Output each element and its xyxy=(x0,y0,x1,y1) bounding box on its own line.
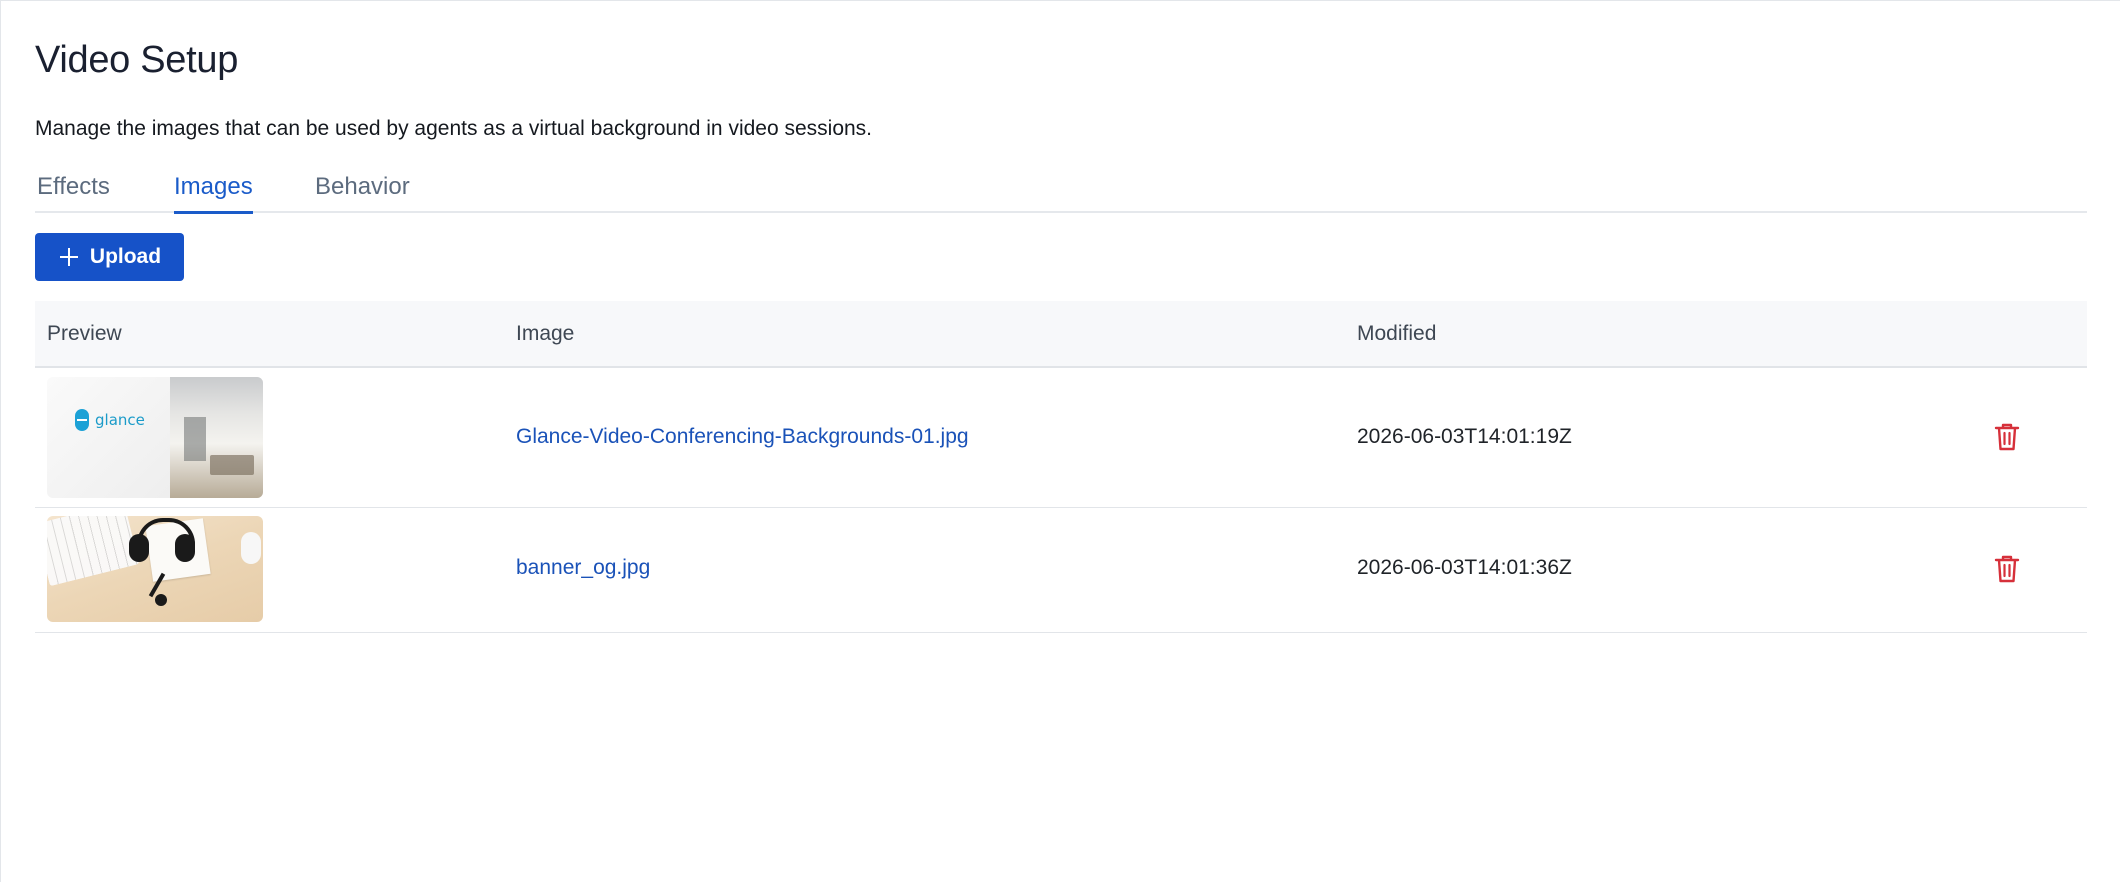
glance-logo-text: glance xyxy=(95,411,145,429)
modified-timestamp: 2026-06-03T14:01:36Z xyxy=(1357,556,1572,579)
video-setup-page: Video Setup Manage the images that can b… xyxy=(0,0,2120,882)
microphone-graphic xyxy=(155,594,167,606)
images-table: Preview Image Modified glance Glance-Vid… xyxy=(35,301,2087,633)
tab-images[interactable]: Images xyxy=(174,173,253,214)
upload-button[interactable]: Upload xyxy=(35,233,184,281)
tab-effects[interactable]: Effects xyxy=(37,173,110,211)
table-row: glance Glance-Video-Conferencing-Backgro… xyxy=(35,368,2087,508)
modified-timestamp: 2026-06-03T14:01:19Z xyxy=(1357,425,1572,448)
keyboard-graphic xyxy=(47,516,140,587)
tab-behavior[interactable]: Behavior xyxy=(315,173,410,211)
office-photo xyxy=(170,377,263,498)
trash-icon[interactable] xyxy=(1993,422,2021,452)
image-filename-link[interactable]: banner_og.jpg xyxy=(516,556,650,580)
column-header-preview: Preview xyxy=(47,322,122,345)
page-description: Manage the images that can be used by ag… xyxy=(35,117,873,140)
plus-icon xyxy=(58,246,80,268)
upload-button-label: Upload xyxy=(89,245,162,268)
column-header-modified: Modified xyxy=(1357,322,1437,345)
headset-earcup-graphic xyxy=(175,534,195,562)
preview-image-office-background: glance xyxy=(47,377,263,498)
office-window xyxy=(184,417,206,461)
mouse-graphic xyxy=(241,532,261,564)
page-title: Video Setup xyxy=(35,39,239,81)
tab-bar: Effects Images Behavior xyxy=(35,163,2087,214)
headset-earcup-graphic xyxy=(129,534,149,562)
column-header-image: Image xyxy=(516,322,575,345)
trash-icon[interactable] xyxy=(1993,554,2021,584)
glance-logo: glance xyxy=(75,409,145,431)
table-header: Preview Image Modified xyxy=(35,301,2087,368)
preview-image-desk-headset xyxy=(47,516,263,622)
table-row: banner_og.jpg 2026-06-03T14:01:36Z xyxy=(35,508,2087,633)
image-filename-link[interactable]: Glance-Video-Conferencing-Backgrounds-01… xyxy=(516,425,969,449)
glance-logo-icon xyxy=(75,409,89,431)
office-desk xyxy=(210,455,254,475)
